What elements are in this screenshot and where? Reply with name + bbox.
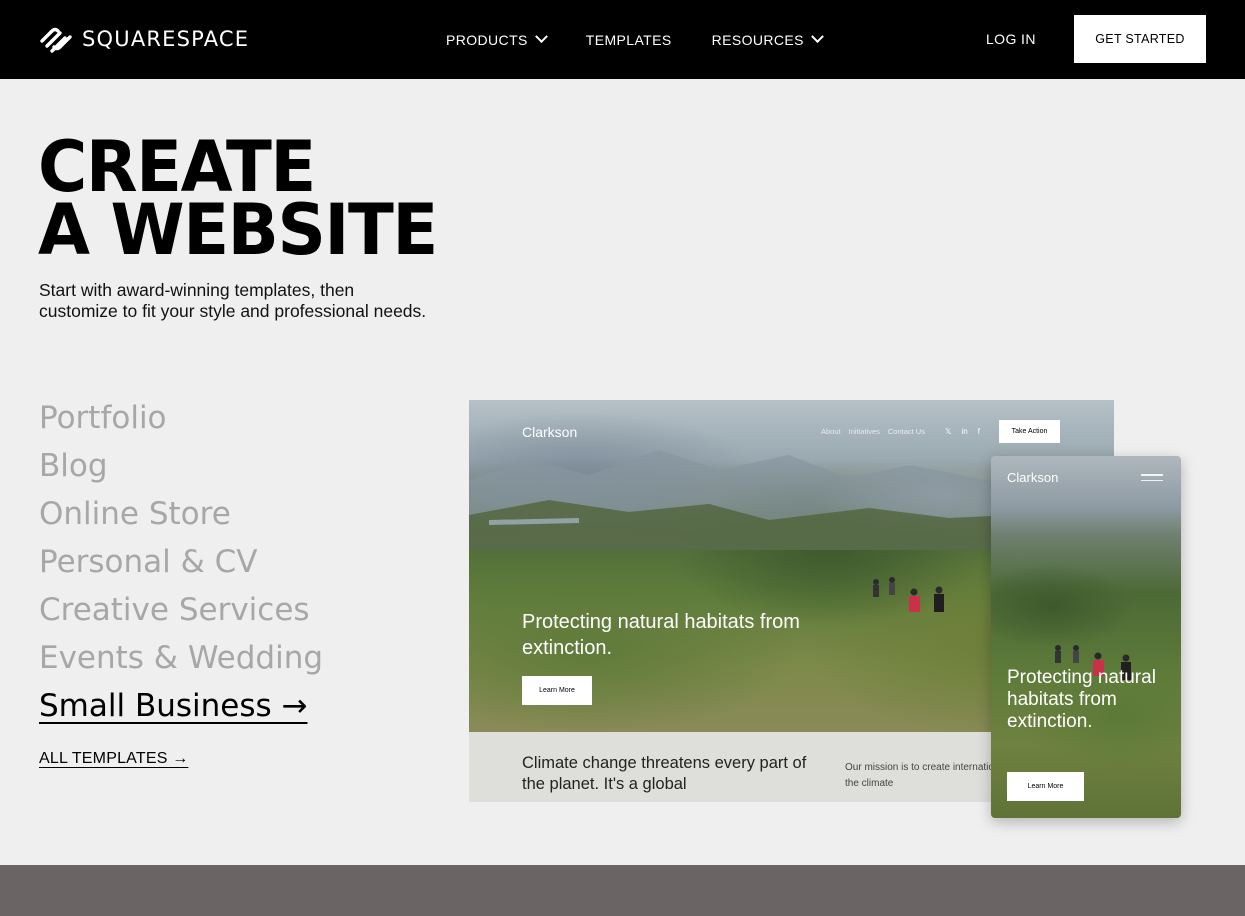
nav-products-label: PRODUCTS — [446, 31, 528, 48]
category-portfolio[interactable]: Portfolio — [39, 394, 323, 442]
preview-link-contact: Contact Us — [887, 427, 925, 436]
hamburger-menu-icon — [1141, 474, 1163, 485]
nav-templates[interactable]: TEMPLATES — [586, 32, 672, 48]
login-link[interactable]: LOG IN — [986, 31, 1036, 47]
page-subtitle: Start with award-winning templates, then… — [39, 280, 499, 322]
hikers-illustration — [873, 577, 944, 612]
brand-name: SQUARESPACE — [82, 27, 250, 51]
category-small-business[interactable]: Small Business → — [39, 682, 323, 730]
page-subtitle-line-2: customize to fit your style and professi… — [39, 301, 427, 321]
page-title: CREATE A WEBSITE — [38, 132, 438, 271]
preview-link-about: About — [821, 427, 841, 436]
nav-resources[interactable]: RESOURCES — [711, 30, 824, 48]
category-blog[interactable]: Blog — [39, 442, 323, 490]
preview-social-icons: 𝕏 in f — [945, 427, 980, 436]
preview-link-initiatives: Initiatives — [848, 427, 880, 436]
mobile-preview-learn-more-button: Learn More — [1007, 772, 1084, 801]
category-online-store[interactable]: Online Store — [39, 490, 323, 538]
get-started-button[interactable]: GET STARTED — [1074, 15, 1206, 63]
category-personal-cv[interactable]: Personal & CV — [39, 538, 323, 586]
linkedin-icon: in — [961, 427, 968, 436]
mobile-template-preview[interactable]: Clarkson Protecting natural habitats fro… — [991, 456, 1181, 818]
preview-take-action-button: Take Action — [999, 420, 1060, 443]
category-events-wedding[interactable]: Events & Wedding — [39, 634, 323, 682]
preview-mission-heading: Climate change threatens every part of t… — [522, 754, 807, 793]
all-templates-link[interactable]: ALL TEMPLATES → — [39, 750, 188, 768]
template-category-list: Portfolio Blog Online Store Personal & C… — [39, 394, 323, 730]
main-menu: PRODUCTS TEMPLATES RESOURCES — [446, 0, 824, 79]
brand-logo[interactable]: SQUARESPACE — [38, 22, 249, 56]
nav-resources-label: RESOURCES — [711, 31, 804, 48]
top-navigation: SQUARESPACE PRODUCTS TEMPLATES RESOURCES… — [0, 0, 1245, 79]
twitter-icon: 𝕏 — [945, 427, 952, 436]
category-creative-services[interactable]: Creative Services — [39, 586, 323, 634]
preview-headline: Protecting natural habitats from extinct… — [522, 611, 800, 659]
facebook-icon: f — [977, 427, 980, 436]
preview-learn-more-button: Learn More — [522, 676, 592, 705]
squarespace-logo-icon — [40, 27, 72, 53]
nav-templates-label: TEMPLATES — [585, 31, 672, 48]
chevron-down-icon — [811, 30, 824, 44]
chevron-down-icon — [534, 30, 548, 44]
mobile-preview-headline: Protecting natural habitats from extinct… — [1007, 667, 1156, 732]
page-subtitle-line-1: Start with award-winning templates, then — [39, 280, 355, 300]
nav-products[interactable]: PRODUCTS — [446, 30, 548, 48]
next-section-band — [0, 865, 1245, 916]
page-title-line-2: A WEBSITE — [38, 189, 438, 271]
preview-nav-links: About Initiatives Contact Us — [821, 427, 925, 436]
mobile-preview-brand: Clarkson — [1007, 470, 1059, 485]
preview-brand: Clarkson — [522, 424, 578, 440]
